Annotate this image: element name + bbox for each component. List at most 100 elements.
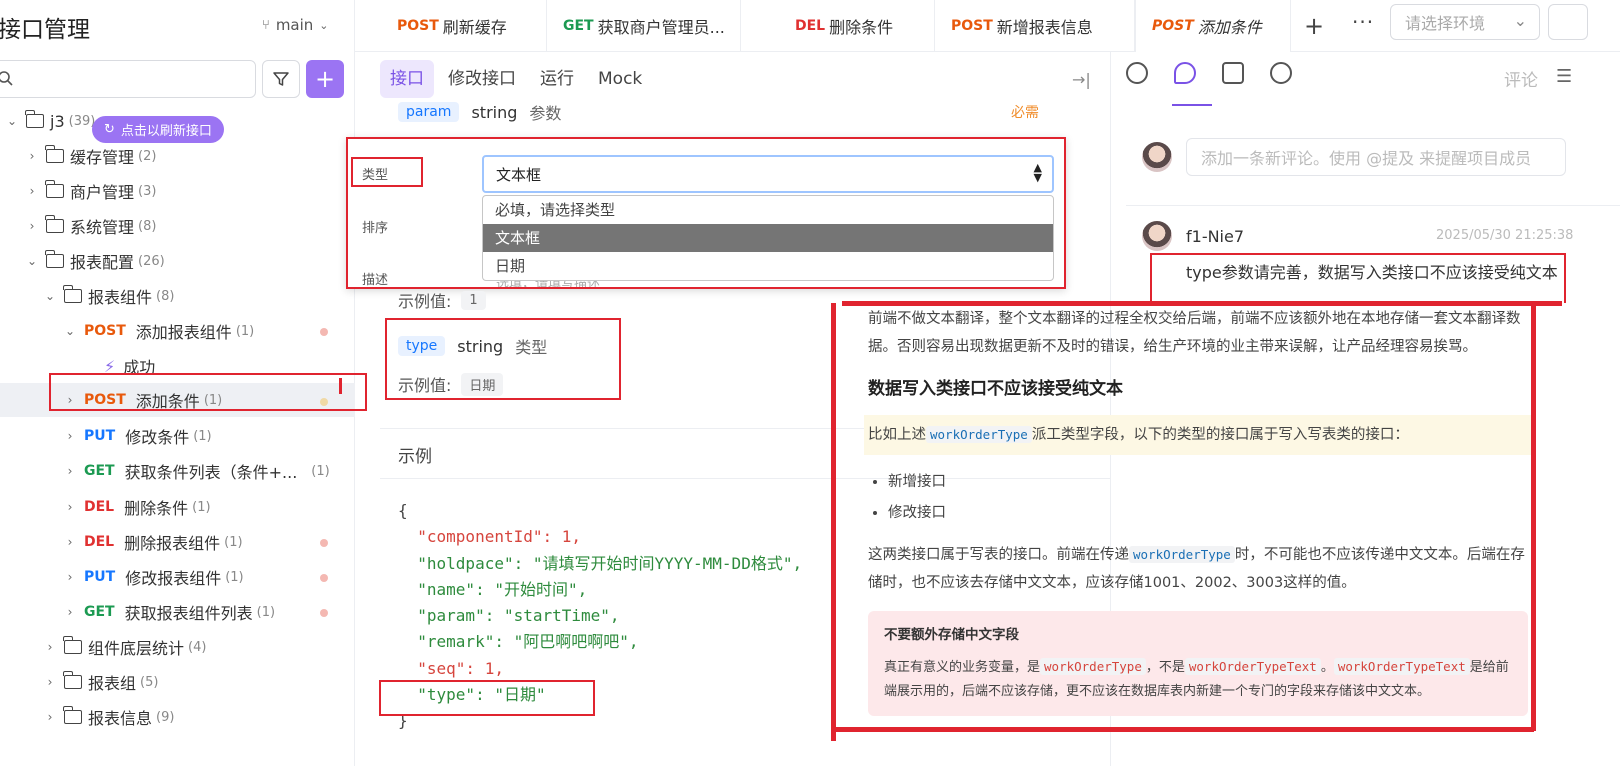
tree-item-modify-condition[interactable]: › PUT 修改条件 (1) [64, 419, 212, 453]
tree-item-add-report-component[interactable]: ⌄ POST 添加报表组件 (1) [64, 314, 254, 348]
tree-folder-report-info[interactable]: › 报表信息 (9) [44, 700, 174, 734]
tree-folder-j3[interactable]: ⌄ j3 (39) [6, 104, 95, 138]
annotation-line [1531, 303, 1536, 731]
tab-mock[interactable]: Mock [588, 60, 652, 98]
comment-input[interactable]: 添加一条新评论。使用 @提及 来提醒项目成员 [1186, 138, 1566, 176]
tree-label: 添加报表组件 [135, 323, 232, 342]
comment-timestamp: 2025/05/30 21:25:38 [1436, 228, 1574, 243]
tab-refresh-cache[interactable]: POST 刷新缓存 [355, 0, 547, 52]
tree-count: (26) [138, 253, 165, 269]
tree-folder-cache[interactable]: › 缓存管理 (2) [26, 139, 156, 173]
tree-item-delete-report-component[interactable]: › DEL 删除报表组件 (1) [64, 525, 243, 559]
tree-count: (1) [235, 323, 255, 339]
list-item: 修改接口 [888, 498, 1528, 529]
chevron-right-icon: › [67, 605, 73, 619]
code-line: "name": "开始时间", [398, 579, 588, 599]
tree-folder-component-stats[interactable]: › 组件底层统计 (4) [44, 630, 206, 664]
required-label: 必需 [1011, 105, 1039, 121]
tree-count: (1) [225, 569, 244, 585]
collapse-panel-icon[interactable]: →| [1072, 70, 1091, 89]
more-tabs-button[interactable]: ··· [1352, 10, 1374, 34]
tree-label: 修改条件 [125, 428, 190, 447]
method-badge: DEL [795, 18, 826, 34]
tree-label: 删除报表组件 [124, 534, 221, 553]
method-badge: PUT [84, 428, 116, 444]
tab-add-condition[interactable]: POST 添加条件 [1135, 0, 1291, 52]
status-dot [320, 574, 328, 582]
param-field-row: param string 参数 [398, 100, 561, 124]
tree-label: 商户管理 [70, 183, 135, 202]
chevron-right-icon: › [67, 535, 73, 549]
doc-heading: 数据写入类接口不应该接受纯文本 [868, 379, 1123, 399]
clock-icon[interactable] [1126, 62, 1148, 84]
method-badge: POST [84, 323, 126, 339]
warning-callout: 不要额外存储中文字段 真正有意义的业务变量，是 workOrderType ，不是 w… [868, 611, 1528, 716]
doc-text: 这两类接口属于写表的接口。前端在传递 [868, 547, 1129, 563]
tree-count: (3) [138, 183, 157, 199]
tree-item-get-report-component-list[interactable]: › GET 获取报表组件列表 (1) [64, 595, 275, 629]
tree-label: 修改报表组件 [125, 569, 222, 588]
tree-count: (4) [188, 639, 207, 655]
doc-text: 。 [1320, 660, 1334, 675]
tab-add-report-info[interactable]: POST 新增报表信息 [935, 0, 1135, 52]
tree-item-delete-condition[interactable]: › DEL 删除条件 (1) [64, 490, 211, 524]
new-tab-button[interactable]: + [1304, 12, 1324, 40]
method-badge: POST [1152, 18, 1194, 34]
tree-item-get-condition-list[interactable]: › GET 获取条件列表（条件+... (1) [64, 454, 330, 488]
chevron-right-icon: › [29, 149, 35, 163]
menu-button[interactable] [1548, 4, 1588, 40]
tree-item-modify-report-component[interactable]: › PUT 修改报表组件 (1) [64, 560, 244, 594]
tree-folder-report-config[interactable]: ⌄ 报表配置 (26) [26, 244, 165, 278]
settings-icon[interactable] [1270, 62, 1292, 84]
tree-folder-system[interactable]: › 系统管理 (8) [26, 209, 156, 243]
tab-delete-condition[interactable]: DEL 删除条件 [741, 0, 935, 52]
folder-icon [45, 250, 64, 268]
refresh-chip-label: 点击以刷新接口 [120, 124, 212, 139]
tab-get-merchant-admin[interactable]: GET 获取商户管理员... [547, 0, 741, 52]
param-type: string [471, 102, 518, 122]
comment-user: f1-Nie7 [1186, 227, 1245, 246]
tab-label: 刷新缓存 [442, 18, 507, 37]
tab-edit-interface[interactable]: 修改接口 [438, 60, 526, 98]
tab-label: 添加条件 [1197, 18, 1262, 37]
code-line: "seq": 1, [398, 658, 504, 678]
annotation-line [831, 303, 836, 741]
plus-icon: + [314, 65, 336, 93]
filter-button[interactable] [262, 60, 300, 98]
add-interface-button[interactable]: + [306, 60, 344, 98]
tree-folder-merchant[interactable]: › 商户管理 (3) [26, 174, 156, 208]
chevron-right-icon: › [67, 429, 73, 443]
tree-label: 报表组 [88, 674, 137, 693]
doc-text: 比如上述 [868, 427, 926, 443]
code-line: "componentId": 1, [398, 527, 582, 547]
tree-label: 系统管理 [70, 218, 135, 237]
doc-text: 真正有意义的业务变量，是 [884, 660, 1041, 675]
branch-selector[interactable]: ⑂ main ⌄ [262, 16, 329, 34]
comment-icon[interactable] [1174, 62, 1196, 84]
tab-run[interactable]: 运行 [530, 60, 584, 98]
environment-select[interactable]: 请选择环境 ⌄ [1390, 4, 1540, 40]
example-label: 示例值: [398, 292, 452, 311]
tree-count: (5) [140, 674, 159, 690]
tree-count: (2) [138, 148, 157, 164]
chevron-right-icon: › [67, 500, 73, 514]
annotation-box [379, 680, 595, 716]
branch-icon: ⑂ [262, 17, 270, 33]
inline-code: workOrderType [926, 426, 1032, 443]
tree-label: 报表信息 [88, 709, 153, 728]
method-badge: POST [397, 18, 439, 34]
annotation-box [346, 137, 1066, 289]
tree-folder-report-group[interactable]: › 报表组 (5) [44, 665, 158, 699]
search-input[interactable] [0, 60, 256, 98]
flow-icon[interactable] [1222, 62, 1244, 84]
inline-code: workOrderTypeText [1333, 658, 1470, 675]
folder-icon [63, 706, 82, 724]
chevron-right-icon: › [47, 640, 53, 654]
list-icon[interactable]: ☰ [1556, 66, 1572, 87]
tree-folder-report-component[interactable]: ⌄ 报表组件 (8) [44, 279, 174, 313]
chevron-right-icon: › [67, 570, 73, 584]
tab-label: 删除条件 [829, 18, 894, 37]
example-section-title: 示例 [398, 447, 432, 467]
doc-text: ，不是 [1145, 660, 1185, 675]
tab-interface[interactable]: 接口 [380, 60, 434, 98]
